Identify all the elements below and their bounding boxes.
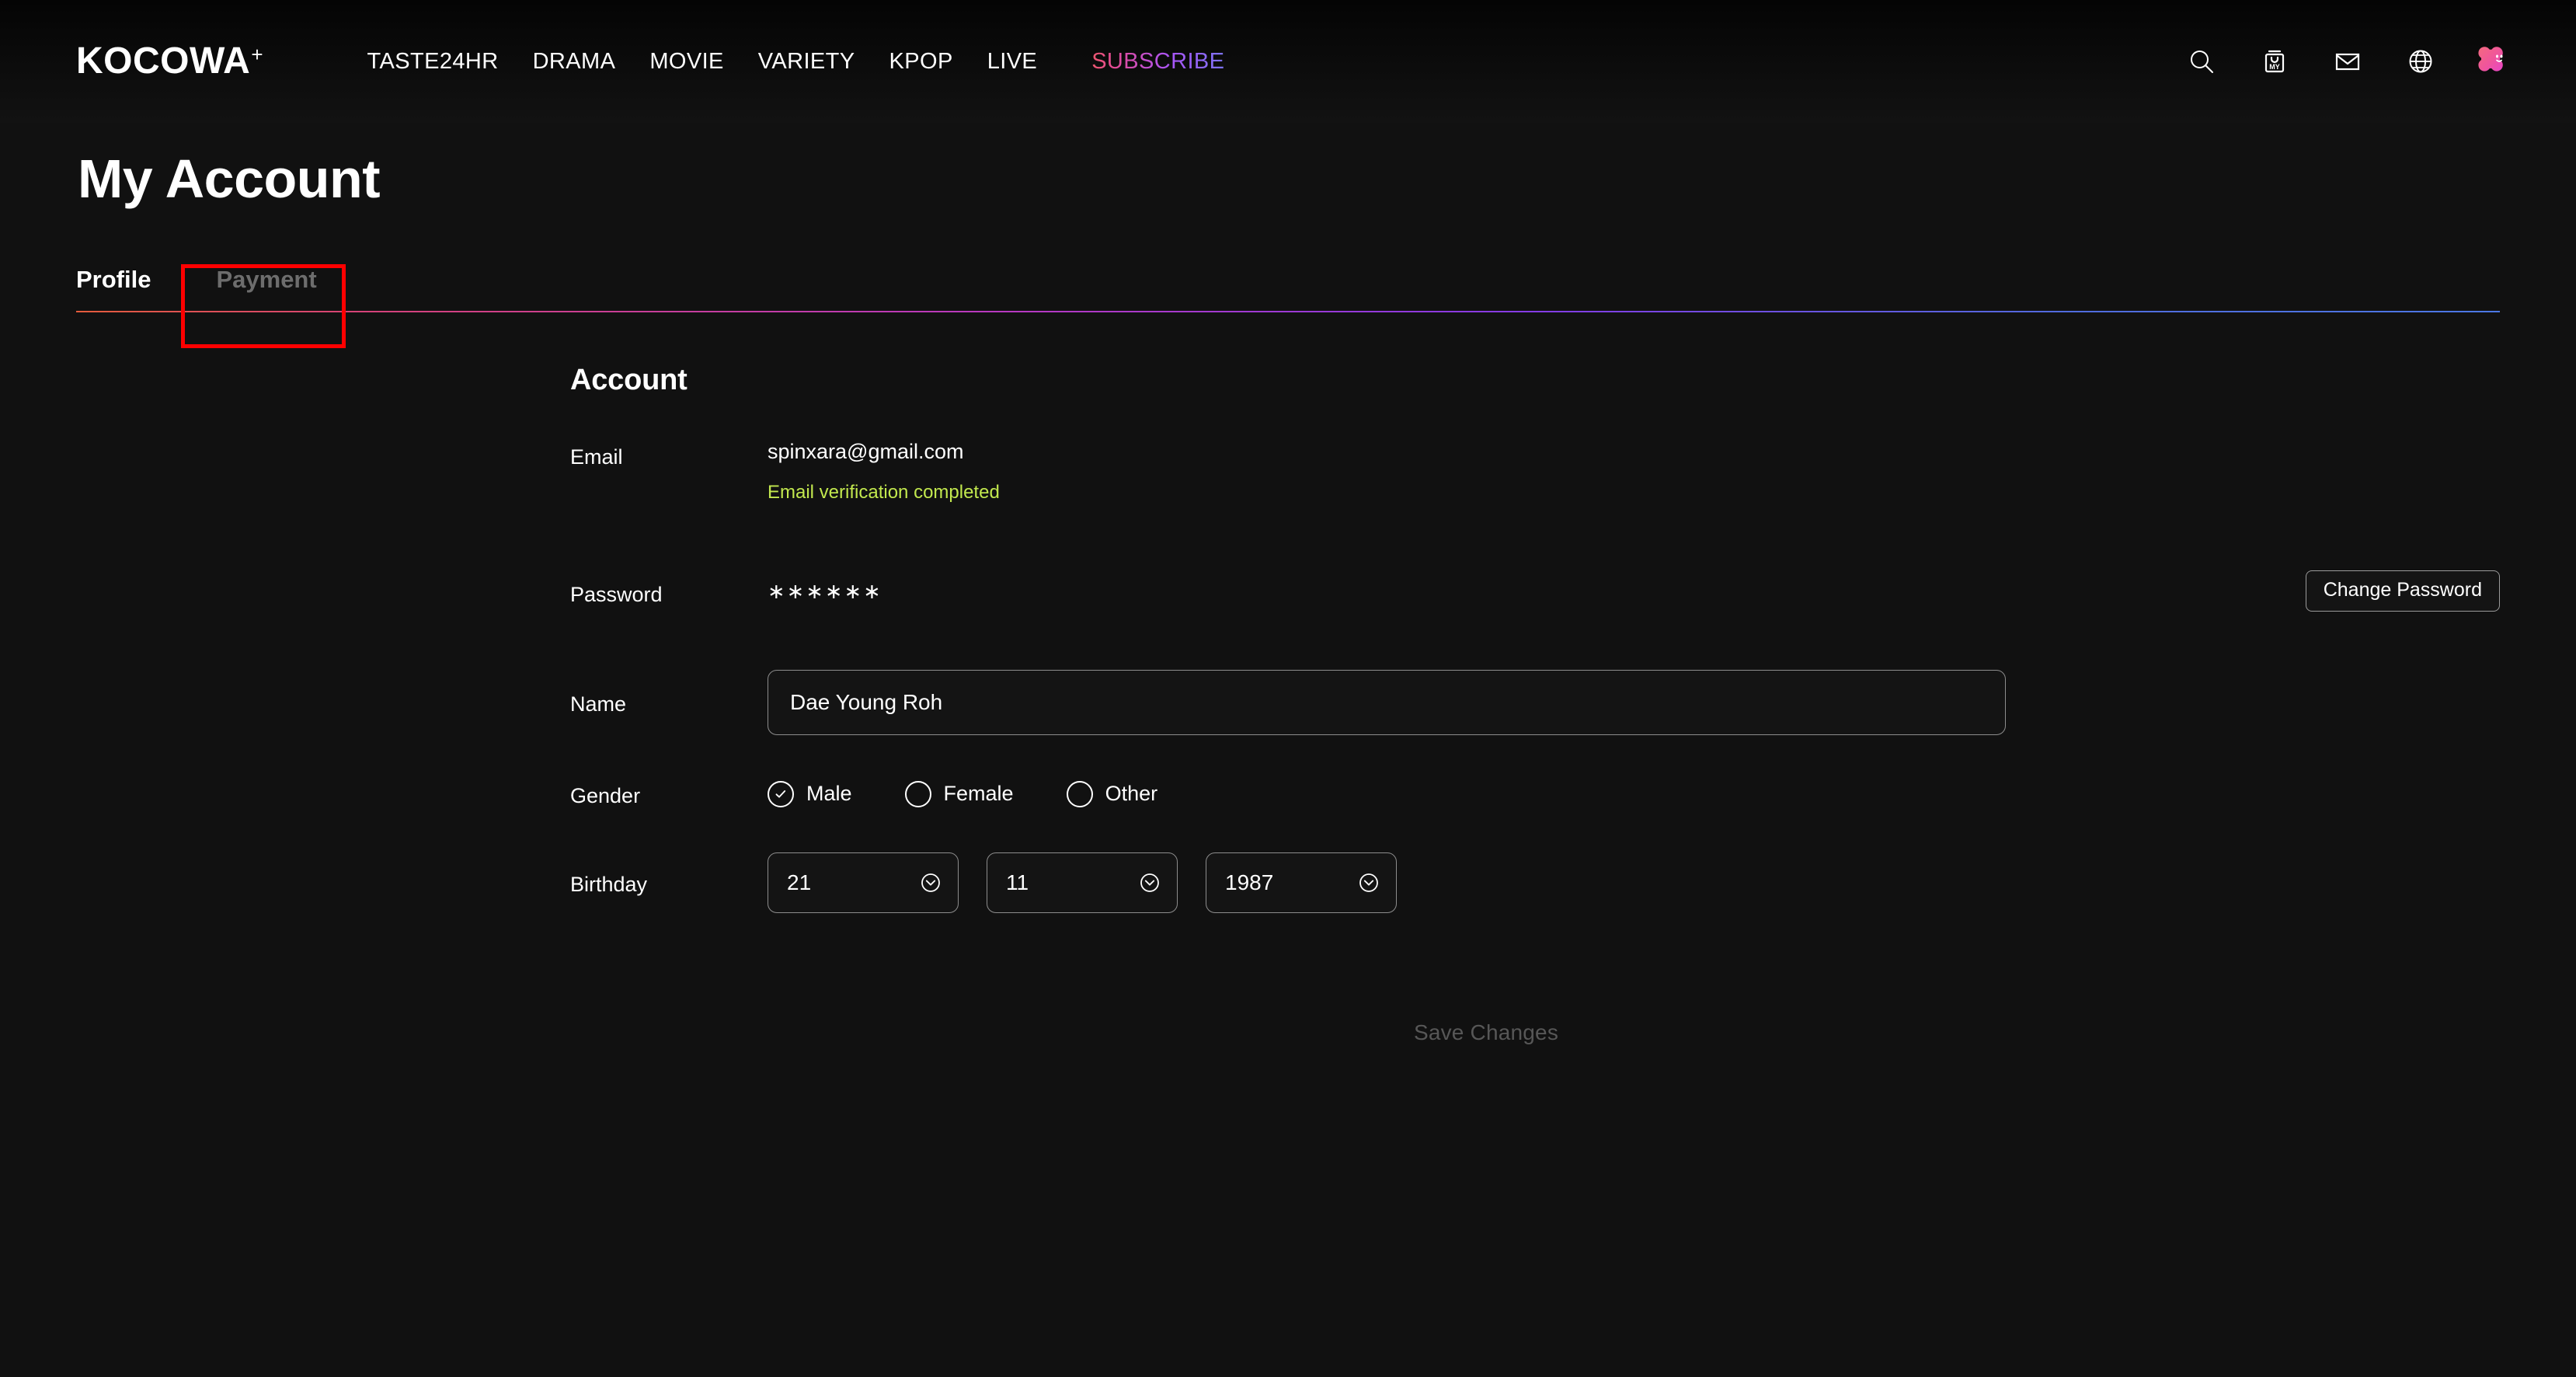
radio-empty-icon (904, 780, 931, 807)
header-actions: MY (2184, 44, 2509, 78)
logo-plus-icon: + (251, 43, 263, 66)
birthday-year-value: 1987 (1225, 870, 1274, 894)
name-input[interactable] (768, 669, 2006, 735)
field-row-birthday: Birthday 21 11 1987 (570, 852, 2500, 913)
my-bag-icon[interactable]: MY (2257, 44, 2292, 78)
tab-profile[interactable]: Profile (76, 266, 185, 311)
gender-option-other-label: Other (1105, 782, 1158, 806)
password-label: Password (570, 582, 663, 606)
tab-underline-divider (76, 311, 2500, 312)
subscribe-link[interactable]: SUBSCRIBE (1074, 49, 1241, 75)
birthday-year-select[interactable]: 1987 (1206, 852, 1397, 913)
svg-text:MY: MY (2269, 63, 2280, 71)
email-label: Email (570, 445, 623, 469)
radio-checked-icon (768, 780, 794, 807)
nav-item-variety[interactable]: VARIETY (741, 49, 872, 75)
gender-option-female[interactable]: Female (904, 780, 1014, 807)
chevron-down-icon (1356, 870, 1382, 896)
main-nav: TASTE24HR DRAMA MOVIE VARIETY KPOP LIVE … (350, 49, 1242, 75)
globe-icon[interactable] (2404, 44, 2438, 78)
site-header: KOCOWA + TASTE24HR DRAMA MOVIE VARIETY K… (0, 0, 2576, 123)
kocowa-logo[interactable]: KOCOWA + (76, 43, 263, 80)
gender-option-female-label: Female (943, 782, 1014, 806)
gender-radio-group: Male Female Other (768, 780, 2500, 807)
tab-payment[interactable]: Payment (185, 266, 347, 311)
save-changes-button[interactable]: Save Changes (1414, 1020, 1558, 1045)
search-icon[interactable] (2184, 44, 2219, 78)
field-row-email: Email spinxara@gmail.com Email verificat… (570, 440, 2500, 504)
avatar[interactable] (2477, 45, 2509, 78)
nav-item-movie[interactable]: MOVIE (632, 49, 740, 75)
birthday-label: Birthday (570, 873, 648, 897)
account-form: Account Email spinxara@gmail.com Email v… (76, 364, 2500, 1045)
mail-icon[interactable] (2331, 44, 2365, 78)
field-row-name: Name (570, 669, 2500, 735)
nav-item-drama[interactable]: DRAMA (516, 49, 633, 75)
birthday-month-value: 11 (1006, 870, 1029, 894)
page-title: My Account (78, 148, 381, 209)
email-verification-status: Email verification completed (768, 481, 1000, 503)
gender-option-male[interactable]: Male (768, 780, 852, 807)
field-row-password: Password ∗∗∗∗∗∗ Change Password (570, 570, 2500, 622)
nav-item-kpop[interactable]: KPOP (872, 49, 970, 75)
birthday-selects: 21 11 1987 (768, 852, 2500, 913)
nav-item-live[interactable]: LIVE (970, 49, 1054, 75)
account-tabs: Profile Payment (76, 250, 2500, 348)
save-changes-row: Save Changes (570, 1020, 2500, 1045)
birthday-day-select[interactable]: 21 (768, 852, 959, 913)
birthday-day-value: 21 (787, 870, 812, 894)
chevron-down-icon (917, 870, 944, 896)
account-page: My Account Profile Payment Account Email… (0, 148, 2576, 1045)
logo-text: KOCOWA (76, 40, 251, 82)
birthday-month-select[interactable]: 11 (987, 852, 1178, 913)
change-password-button[interactable]: Change Password (2305, 570, 2500, 612)
section-title-account: Account (570, 364, 688, 396)
nav-item-taste24hr[interactable]: TASTE24HR (350, 49, 516, 75)
password-masked-value: ∗∗∗∗∗∗ (768, 579, 882, 603)
chevron-down-icon (1137, 870, 1163, 896)
email-value: spinxara@gmail.com (768, 440, 964, 463)
gender-label: Gender (570, 784, 641, 808)
name-label: Name (570, 692, 627, 716)
gender-option-other[interactable]: Other (1066, 780, 1158, 807)
field-row-gender: Gender Male Female Other (570, 772, 2500, 816)
gender-option-male-label: Male (806, 782, 852, 806)
radio-empty-icon (1066, 780, 1093, 807)
